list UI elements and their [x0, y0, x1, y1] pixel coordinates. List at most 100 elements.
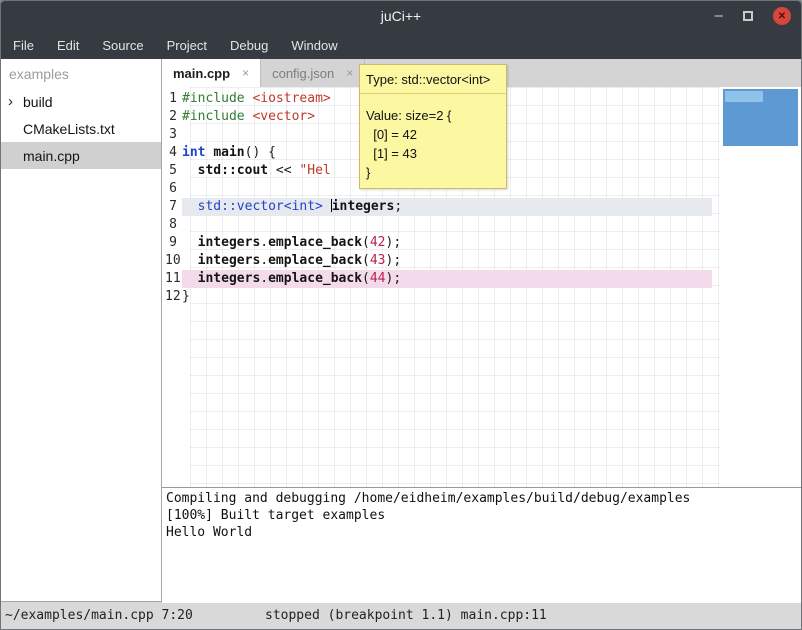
tree-item-cmakelists-txt[interactable]: CMakeLists.txt [1, 115, 161, 142]
code-token: integers [198, 271, 261, 286]
line-number[interactable]: 10 [162, 252, 182, 270]
titlebar[interactable]: juCi++ – ✕ [1, 1, 801, 31]
project-name: examples [1, 59, 161, 88]
debug-tooltip: Type: std::vector<int> Value: size=2 { [… [359, 64, 507, 189]
code-token: #include [182, 109, 245, 124]
code-token: #include [182, 91, 245, 106]
line-number[interactable]: 1 [162, 90, 182, 108]
tab-close-icon[interactable]: × [346, 66, 353, 80]
code-token: ( [362, 253, 370, 268]
code-token: <vector> [252, 109, 315, 124]
menu-file[interactable]: File [13, 38, 34, 53]
code-token: ); [386, 253, 402, 268]
code-token: . [260, 271, 268, 286]
app-window: juCi++ – ✕ File Edit Source Project Debug Win… [0, 0, 802, 630]
tree-item-main-cpp[interactable]: main.cpp [1, 142, 161, 169]
tooltip-value: Value: size=2 { [0] = 42 [1] = 43} [360, 94, 506, 188]
menu-edit[interactable]: Edit [57, 38, 79, 53]
code-token: << [268, 163, 299, 178]
chevron-right-icon[interactable]: › [8, 95, 23, 109]
overlay-window [723, 89, 798, 146]
code-token: integers [332, 199, 395, 214]
code-token: std::vector<int> [198, 199, 323, 214]
code-token: () { [245, 145, 276, 160]
tooltip-type-line: Type: std::vector<int> [360, 65, 506, 94]
code-token: } [182, 289, 190, 304]
menu-window[interactable]: Window [291, 38, 337, 53]
close-icon[interactable]: ✕ [773, 7, 791, 25]
code-text[interactable]: integers.emplace_back(42); [182, 234, 712, 252]
code-line-8: 8 [162, 216, 801, 234]
tooltip-value-line: Value: size=2 { [366, 106, 500, 125]
code-token [182, 253, 198, 268]
line-number[interactable]: 7 [162, 198, 182, 216]
line-number[interactable]: 5 [162, 162, 182, 180]
menu-project[interactable]: Project [167, 38, 207, 53]
tab-close-icon[interactable]: × [242, 66, 249, 80]
line-number[interactable]: 11 [162, 270, 182, 288]
tree-item-label: CMakeLists.txt [23, 121, 115, 137]
code-token: main [213, 145, 244, 160]
tab-main-cpp[interactable]: main.cpp× [162, 59, 261, 87]
code-text[interactable]: integers.emplace_back(44); [182, 270, 712, 288]
status-file-position: ~/examples/main.cpp 7:20 [1, 608, 265, 623]
window-title: juCi++ [1, 8, 801, 24]
window-controls: – ✕ [715, 7, 801, 25]
code-token [323, 199, 331, 214]
menu-source[interactable]: Source [102, 38, 143, 53]
code-token: 42 [370, 235, 386, 250]
code-token: ( [362, 271, 370, 286]
code-token: . [260, 235, 268, 250]
code-token [182, 235, 198, 250]
maximize-icon[interactable] [743, 11, 753, 21]
code-token: integers [198, 253, 261, 268]
code-token: "Hel [299, 163, 330, 178]
code-token: emplace_back [268, 271, 362, 286]
output-panel[interactable]: Compiling and debugging /home/eidheim/ex… [162, 487, 801, 603]
line-number[interactable]: 8 [162, 216, 182, 234]
tooltip-value-line: [1] = 43 [366, 144, 500, 163]
line-number[interactable]: 4 [162, 144, 182, 162]
code-token: emplace_back [268, 253, 362, 268]
tree-item-label: build [23, 94, 53, 110]
output-line: [100%] Built target examples [166, 507, 797, 524]
code-token [182, 163, 198, 178]
code-token: int [182, 145, 205, 160]
line-number[interactable]: 6 [162, 180, 182, 198]
sidebar: examples ›build CMakeLists.txt main.cpp [1, 59, 162, 601]
line-number[interactable]: 9 [162, 234, 182, 252]
output-line: Compiling and debugging /home/eidheim/ex… [166, 490, 797, 507]
tree-item-build[interactable]: ›build [1, 88, 161, 115]
menubar: File Edit Source Project Debug Window [1, 31, 801, 59]
tooltip-value-line: } [366, 163, 500, 182]
code-text[interactable] [182, 216, 712, 234]
code-line-9: 9 integers.emplace_back(42); [162, 234, 801, 252]
line-number[interactable]: 2 [162, 108, 182, 126]
code-text[interactable]: } [182, 288, 712, 306]
code-token: ); [386, 235, 402, 250]
code-token: ( [362, 235, 370, 250]
file-tree: ›build CMakeLists.txt main.cpp [1, 88, 161, 169]
code-token: std::cout [198, 163, 268, 178]
code-token: 44 [370, 271, 386, 286]
code-token: ; [394, 199, 402, 214]
line-number[interactable]: 12 [162, 288, 182, 306]
code-text[interactable]: std::vector<int> integers; [182, 198, 712, 216]
code-token: <iostream> [252, 91, 330, 106]
code-token [182, 199, 198, 214]
code-token: ); [386, 271, 402, 286]
tooltip-value-line: [0] = 42 [366, 125, 500, 144]
code-text[interactable]: integers.emplace_back(43); [182, 252, 712, 270]
code-token: . [260, 253, 268, 268]
code-token: emplace_back [268, 235, 362, 250]
code-line-7: 7 std::vector<int> integers; [162, 198, 801, 216]
output-line: Hello World [166, 524, 797, 541]
tab-label: config.json [272, 66, 334, 81]
tab-config-json[interactable]: config.json × [261, 59, 365, 87]
code-line-11: 11 integers.emplace_back(44); [162, 270, 801, 288]
code-token: integers [198, 235, 261, 250]
menu-debug[interactable]: Debug [230, 38, 268, 53]
line-number[interactable]: 3 [162, 126, 182, 144]
minimize-icon[interactable]: – [715, 11, 723, 21]
status-debug-state: stopped (breakpoint 1.1) main.cpp:11 [265, 608, 547, 623]
